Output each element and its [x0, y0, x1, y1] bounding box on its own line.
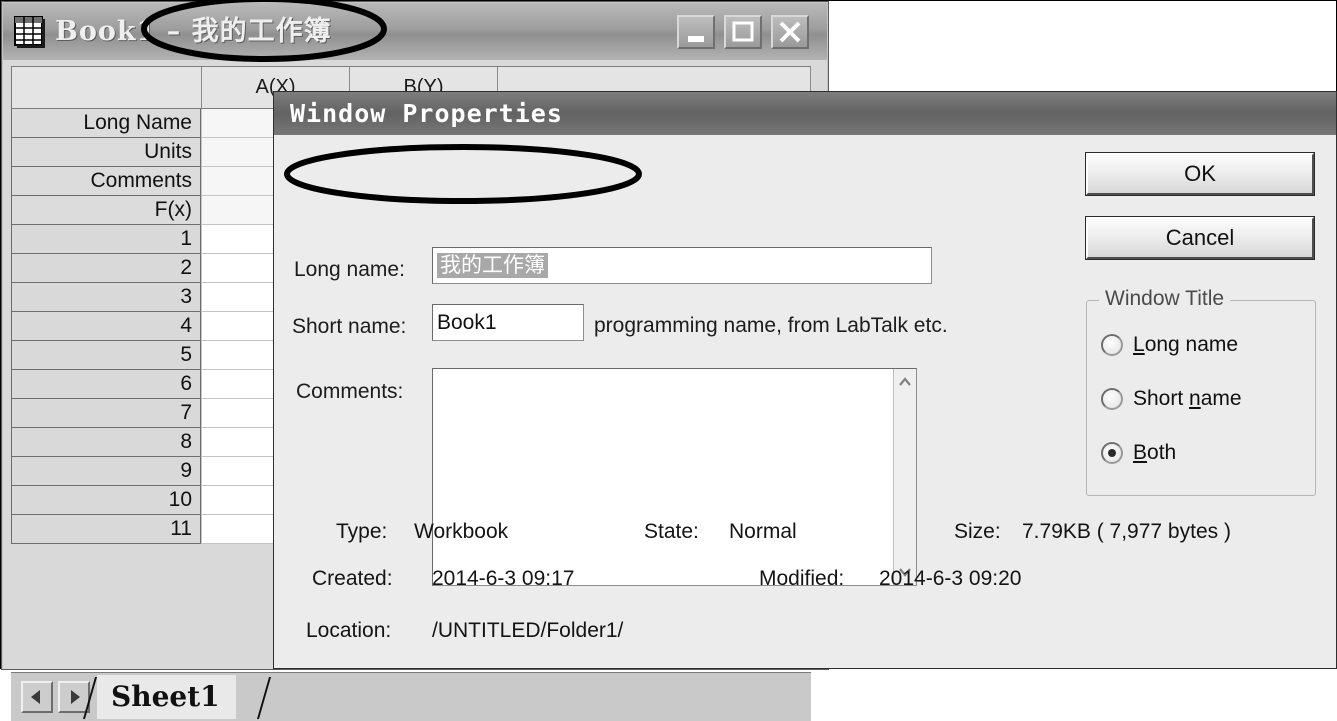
- created-label: Created:: [312, 567, 393, 590]
- long-name-label: Long name:: [294, 258, 405, 281]
- state-label: State:: [644, 520, 699, 543]
- comments-textarea[interactable]: [432, 368, 917, 586]
- workbook-titlebar[interactable]: Book1 – 我的工作簿: [3, 3, 827, 61]
- tab-edge-right: [256, 677, 272, 719]
- row-header[interactable]: 10: [11, 486, 201, 515]
- radio-short-name-label: Short name: [1133, 387, 1242, 410]
- row-header[interactable]: Long Name: [11, 109, 201, 138]
- row-header[interactable]: Comments: [11, 167, 201, 196]
- row-header[interactable]: F(x): [11, 196, 201, 225]
- sheet-tab-sheet1[interactable]: Sheet1: [97, 675, 236, 719]
- long-name-input[interactable]: 我的工作簿: [432, 247, 932, 284]
- location-label: Location:: [306, 619, 392, 642]
- size-value: 7.79KB ( 7,977 bytes ): [1022, 520, 1231, 543]
- row-header[interactable]: 7: [11, 399, 201, 428]
- dialog-titlebar[interactable]: Window Properties: [274, 92, 1336, 135]
- row-header[interactable]: 8: [11, 428, 201, 457]
- radio-both-label: Both: [1133, 441, 1177, 464]
- row-header[interactable]: 3: [11, 283, 201, 312]
- short-name-label: Short name:: [292, 315, 407, 338]
- short-name-value: Book1: [437, 311, 497, 334]
- row-header[interactable]: 2: [11, 254, 201, 283]
- scroll-up-icon[interactable]: [894, 369, 916, 395]
- workbook-grid-icon: [13, 15, 47, 49]
- window-properties-dialog: Window Properties Long name: 我的工作簿 Short…: [273, 91, 1337, 669]
- created-value: 2014-6-3 09:17: [432, 567, 575, 590]
- radio-circle-selected-icon: [1101, 442, 1123, 464]
- row-header[interactable]: Units: [11, 138, 201, 167]
- radio-both[interactable]: Both: [1101, 441, 1176, 465]
- dialog-title: Window Properties: [290, 99, 563, 128]
- workbook-title: Book1 – 我的工作簿: [55, 16, 332, 47]
- short-name-input[interactable]: Book1: [432, 304, 584, 341]
- cancel-button[interactable]: Cancel: [1085, 216, 1315, 260]
- sheet-prev-button[interactable]: [21, 681, 53, 713]
- type-label: Type:: [336, 520, 388, 543]
- row-header[interactable]: 6: [11, 370, 201, 399]
- row-header[interactable]: 11: [11, 515, 201, 544]
- close-button[interactable]: [771, 15, 809, 49]
- row-header[interactable]: 5: [11, 341, 201, 370]
- row-header[interactable]: 4: [11, 312, 201, 341]
- comments-scrollbar[interactable]: [893, 369, 916, 585]
- row-header[interactable]: 9: [11, 457, 201, 486]
- modified-value: 2014-6-3 09:20: [879, 567, 1022, 590]
- screenshot-frame: Book1 – 我的工作簿 A(X) B(Y) Long Name Units …: [0, 0, 1337, 721]
- grid-corner-cell[interactable]: [12, 67, 202, 108]
- radio-long-name[interactable]: Long name: [1101, 333, 1238, 357]
- window-title-legend: Window Title: [1099, 287, 1231, 311]
- short-name-hint: programming name, from LabTalk etc.: [594, 314, 948, 337]
- ok-button[interactable]: OK: [1085, 152, 1315, 196]
- maximize-button[interactable]: [724, 15, 762, 49]
- radio-short-name[interactable]: Short name: [1101, 387, 1242, 411]
- radio-long-name-label: Long name: [1133, 333, 1239, 356]
- window-title-groupbox: Window Title Long name Short name Both: [1086, 287, 1316, 496]
- comments-label: Comments:: [296, 380, 404, 403]
- modified-label: Modified:: [759, 567, 845, 590]
- location-value: /UNTITLED/Folder1/: [432, 619, 624, 642]
- type-value: Workbook: [414, 520, 509, 543]
- size-label: Size:: [954, 520, 1001, 543]
- row-header[interactable]: 1: [11, 225, 201, 254]
- radio-circle-icon: [1101, 388, 1123, 410]
- long-name-value: 我的工作簿: [437, 253, 548, 278]
- minimize-button[interactable]: [677, 15, 715, 49]
- state-value: Normal: [729, 520, 797, 543]
- sheet-tab-bar: Sheet1: [11, 672, 811, 721]
- radio-circle-icon: [1101, 334, 1123, 356]
